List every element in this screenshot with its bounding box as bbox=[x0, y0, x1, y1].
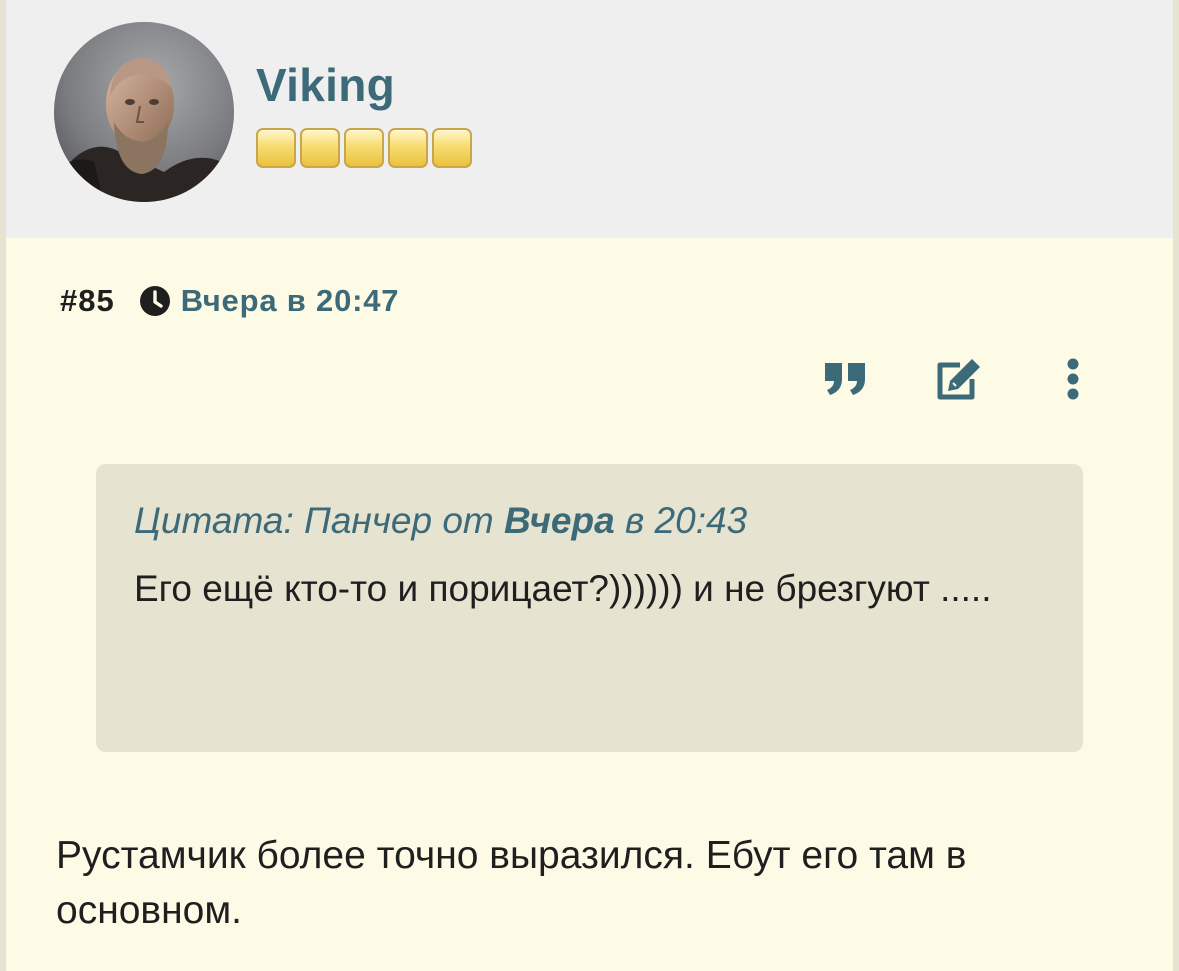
edit-icon bbox=[937, 359, 980, 400]
post-actions bbox=[0, 355, 1179, 403]
avatar[interactable] bbox=[54, 22, 234, 202]
post-meta: #85 Вчера в 20:47 bbox=[60, 281, 399, 321]
rank-star-icon bbox=[344, 128, 384, 168]
post-timestamp[interactable]: Вчера в 20:47 bbox=[181, 283, 400, 319]
author-username[interactable]: Viking bbox=[256, 58, 395, 112]
rank-star-icon bbox=[300, 128, 340, 168]
avatar-image bbox=[54, 22, 234, 202]
quote-text: Его ещё кто-то и порицает?)))))) и не бр… bbox=[134, 568, 992, 609]
rank-star-icon bbox=[256, 128, 296, 168]
rank-star-icon bbox=[388, 128, 428, 168]
right-border bbox=[1173, 0, 1179, 971]
edit-button[interactable] bbox=[930, 355, 988, 403]
clock-icon bbox=[139, 286, 170, 316]
more-options-button[interactable] bbox=[1052, 355, 1094, 403]
vertical-ellipsis-icon bbox=[1067, 358, 1079, 400]
quote-header[interactable]: Цитата: Панчер от Вчера в 20:43 bbox=[134, 500, 747, 542]
post-author-header: Viking bbox=[6, 0, 1173, 238]
post-number[interactable]: #85 bbox=[60, 283, 115, 319]
rank-star-icon bbox=[432, 128, 472, 168]
post-body-text: Рустамчик более точно выразился. Ебут ег… bbox=[56, 834, 967, 932]
rank-stars bbox=[256, 128, 472, 168]
quote-date-link[interactable]: Вчера bbox=[504, 500, 615, 541]
quote-button[interactable] bbox=[818, 355, 874, 403]
forum-post: Viking #85 Вчера в 20:47 Цитата: Панчер … bbox=[0, 0, 1179, 971]
quote-author-label: Цитата: Панчер от bbox=[134, 500, 505, 541]
quote-icon bbox=[825, 363, 865, 395]
quote-block: Цитата: Панчер от Вчера в 20:43 Его ещё … bbox=[96, 464, 1083, 752]
quote-time: в 20:43 bbox=[614, 500, 748, 541]
